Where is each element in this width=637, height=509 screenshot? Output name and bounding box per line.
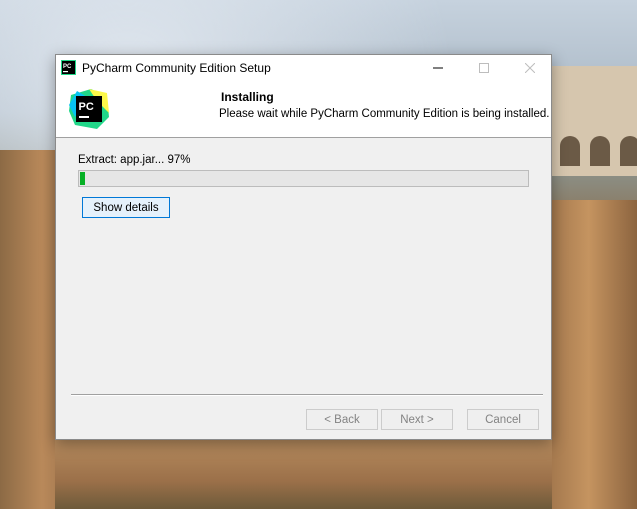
next-button[interactable]: Next > bbox=[381, 409, 453, 430]
setup-window: PC PyCharm Community Edition Setup PC In… bbox=[55, 54, 552, 440]
footer-divider bbox=[71, 394, 543, 396]
page-subtitle: Please wait while PyCharm Community Edit… bbox=[219, 108, 550, 120]
background-arch bbox=[620, 136, 637, 166]
svg-text:PC: PC bbox=[79, 101, 94, 113]
window-title: PyCharm Community Edition Setup bbox=[82, 61, 271, 75]
maximize-icon bbox=[479, 63, 489, 73]
cancel-button[interactable]: Cancel bbox=[467, 409, 539, 430]
page-title: Installing bbox=[221, 90, 274, 104]
installer-header: PC Installing Please wait while PyCharm … bbox=[56, 81, 551, 138]
back-button[interactable]: < Back bbox=[306, 409, 378, 430]
progress-fill bbox=[80, 172, 85, 185]
title-bar[interactable]: PC PyCharm Community Edition Setup bbox=[56, 55, 551, 81]
close-icon bbox=[525, 63, 535, 73]
maximize-button[interactable] bbox=[461, 55, 507, 81]
minimize-icon bbox=[433, 67, 443, 69]
pycharm-app-icon: PC bbox=[61, 60, 76, 75]
progress-status: Extract: app.jar... 97% bbox=[78, 154, 191, 166]
background-building bbox=[548, 66, 637, 176]
svg-text:PC: PC bbox=[63, 64, 72, 70]
background-cliff-right bbox=[540, 200, 637, 509]
background-rock bbox=[55, 440, 552, 509]
progress-bar bbox=[78, 170, 529, 187]
minimize-button[interactable] bbox=[415, 55, 461, 81]
show-details-button[interactable]: Show details bbox=[82, 197, 170, 218]
background-arch bbox=[560, 136, 580, 166]
pycharm-logo-icon: PC bbox=[69, 89, 109, 129]
background-arch bbox=[590, 136, 610, 166]
close-button[interactable] bbox=[507, 55, 553, 81]
